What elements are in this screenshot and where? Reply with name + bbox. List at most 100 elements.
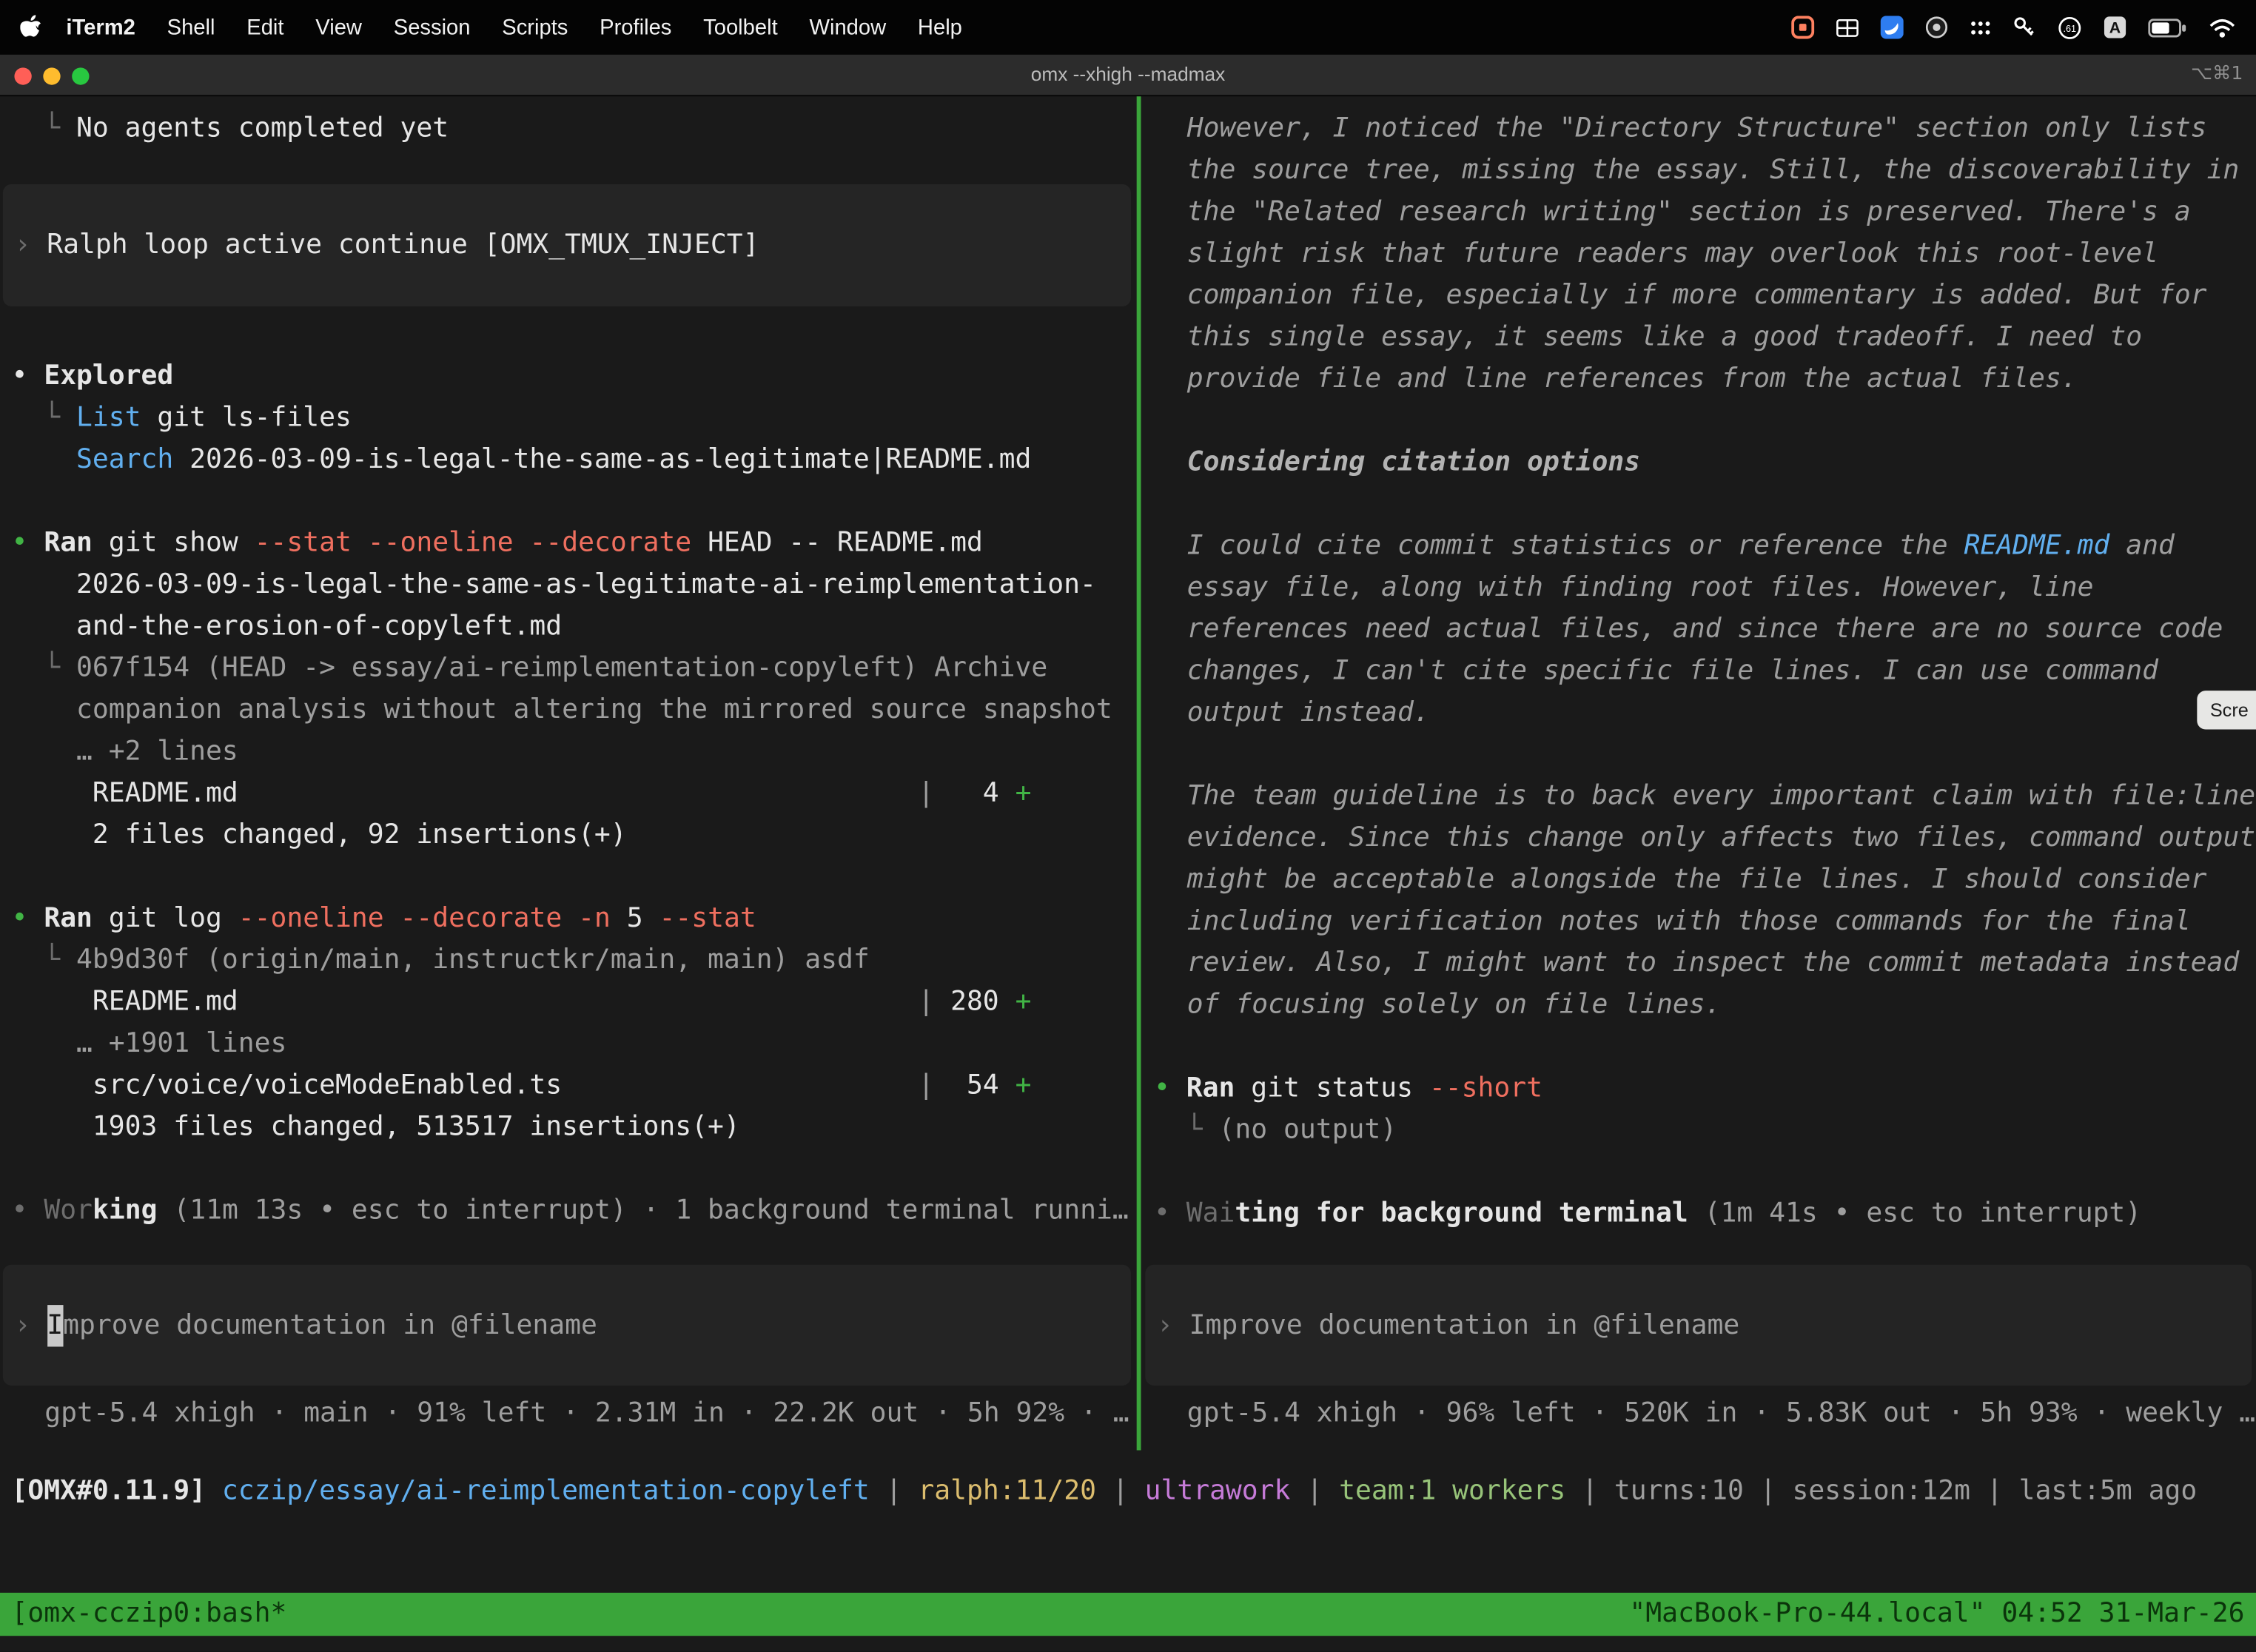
model-status-line: gpt-5.4 xhigh · main · 91% left · 2.31M … (0, 1393, 1135, 1434)
thinking-text: review. Also, I might want to inspect th… (1142, 942, 2256, 984)
text-seg: output instead. (1187, 698, 1430, 728)
text-seg: Search (12, 445, 174, 475)
text-seg: › (14, 224, 47, 266)
text-seg: and (2109, 531, 2175, 561)
ralph-loop-banner: › Ralph loop active continue [OMX_TMUX_I… (3, 184, 1131, 306)
menu-item-shell[interactable]: Shell (151, 15, 231, 39)
window-grid-icon[interactable] (1836, 18, 1859, 36)
text-seg: 4 (934, 779, 1015, 809)
text-seg: … +2 lines (12, 736, 238, 767)
waiting-status-line: • Waiting for background terminal (1m 41… (1142, 1192, 2256, 1234)
right-terminal-pane: However, I noticed the "Directory Struct… (1142, 96, 2256, 1450)
gauge-icon[interactable]: .61 (2058, 15, 2082, 39)
text-seg: ultrawork (1145, 1476, 1291, 1506)
thinking-text: provide file and line references from th… (1142, 358, 2256, 400)
menu-item-iterm2[interactable]: iTerm2 (41, 15, 151, 39)
text-seg: Ralph loop active continue (47, 224, 484, 266)
menu-item-profiles[interactable]: Profiles (584, 15, 688, 39)
text-seg: gpt-5.4 xhigh · main · 91% left · 2.31M … (44, 1398, 1129, 1428)
blank-line (1142, 483, 2256, 525)
svg-text:A: A (2109, 19, 2121, 37)
key-icon[interactable] (2013, 16, 2036, 38)
screen: iTerm2ShellEditViewSessionScriptsProfile… (0, 0, 2256, 1652)
ran-git-status-line: • Ran git status --short (1142, 1067, 2256, 1109)
thinking-text: However, I noticed the "Directory Struct… (1142, 108, 2256, 150)
menu-item-scripts[interactable]: Scripts (486, 15, 584, 39)
text-seg: might be acceptable alongside the file l… (1187, 864, 2207, 895)
pane-divider[interactable] (1137, 96, 1141, 1450)
text-seg: • (12, 361, 44, 392)
text-seg: › (1157, 1304, 1189, 1346)
text-seg: Ran (1186, 1073, 1235, 1104)
menu-status-icons: .61 A (1791, 15, 2256, 39)
block-cursor: I (47, 1304, 63, 1346)
menu-item-help[interactable]: Help (902, 15, 978, 39)
thinking-text: companion file, especially if more comme… (1142, 275, 2256, 316)
text-seg: … +1901 lines (12, 1029, 287, 1059)
dark-app-icon[interactable] (1925, 16, 1948, 38)
text-seg: ralph:11/20 (918, 1476, 1096, 1506)
text-seg: companion analysis without altering the … (12, 695, 1112, 725)
text-seg: └ (1154, 1115, 1219, 1146)
text-seg: | (918, 987, 934, 1018)
thinking-text: The team guideline is to back every impo… (1142, 776, 2256, 817)
battery-icon[interactable] (2148, 18, 2186, 36)
text-seg: git log (93, 904, 238, 934)
window-title-bar[interactable]: omx --xhigh --madmax ⌥⌘1 (0, 55, 2256, 96)
text-seg: ting for background terminal (1235, 1198, 1688, 1229)
text-seg: provide file and line references from th… (1187, 364, 2078, 394)
blank-line (1142, 733, 2256, 775)
prompt-input[interactable]: › Improve documentation in @filename (3, 1265, 1131, 1386)
text-seg: • (12, 528, 44, 558)
ran-git-log-line: • Ran git log --oneline --decorate -n 5 … (0, 898, 1135, 939)
text-seg: I could cite commit statistics or refere… (1187, 531, 1964, 561)
text-seg: this single essay, it seems like a good … (1187, 322, 2142, 352)
thinking-text: the source tree, missing the essay. Stil… (1142, 150, 2256, 191)
text-seg: 1903 files changed, 513517 insertions(+) (12, 1112, 740, 1143)
text-seg: └ (12, 403, 77, 433)
thinking-text: evidence. Since this change only affects… (1142, 817, 2256, 859)
text-seg: + (1015, 779, 1032, 809)
thinking-text: changes, I can't cite specific file line… (1142, 651, 2256, 692)
text-seg: --oneline --decorate -n (238, 904, 611, 934)
text-seg: Considering citation options (1187, 448, 1640, 478)
text-seg: 280 (934, 987, 1015, 1018)
menu-item-session[interactable]: Session (377, 15, 486, 39)
dots-grid-icon[interactable] (1970, 19, 1991, 35)
explored-header: • Explored (0, 355, 1135, 397)
text-seg: king (93, 1195, 158, 1226)
text-seg: └ (12, 945, 77, 976)
text-seg: cczip/essay/ai-reimplementation-copyleft (206, 1476, 870, 1506)
blue-app-icon[interactable] (1881, 16, 1904, 38)
text-seg: slight risk that future readers may over… (1187, 239, 2158, 269)
text-seg: Improve documentation in @filename (1189, 1304, 1740, 1346)
text-seg: Wor (44, 1195, 93, 1226)
apple-menu-icon[interactable] (20, 14, 41, 40)
text-seg: | (870, 1476, 919, 1506)
wifi-icon[interactable] (2209, 16, 2236, 38)
blank-line (1142, 1026, 2256, 1067)
text-seg: git show (93, 528, 255, 558)
screen-recording-indicator[interactable] (1791, 16, 1814, 38)
thinking-text: the "Related research writing" section i… (1142, 192, 2256, 233)
text-seg: + (1015, 987, 1032, 1018)
menu-item-view[interactable]: View (300, 15, 377, 39)
menu-item-toolbelt[interactable]: Toolbelt (688, 15, 793, 39)
input-source-icon[interactable]: A (2104, 16, 2126, 38)
diffstat-line: README.md | 4 + (0, 773, 1135, 814)
menu-item-edit[interactable]: Edit (231, 15, 300, 39)
text-seg: including verification notes with those … (1187, 907, 2191, 937)
text-seg: evidence. Since this change only affects… (1187, 823, 2255, 853)
blank-line (1142, 1151, 2256, 1192)
thinking-text: slight risk that future readers may over… (1142, 233, 2256, 275)
text-seg: --stat --oneline --decorate (255, 528, 692, 558)
prompt-input[interactable]: › Improve documentation in @filename (1145, 1265, 2252, 1386)
terminal-line: and-the-erosion-of-copyleft.md (0, 605, 1135, 647)
screen-share-overlay-button[interactable]: Scre (2197, 691, 2256, 729)
thinking-text: of focusing solely on file lines. (1142, 984, 2256, 1026)
text-seg: --stat (659, 904, 756, 934)
text-seg: the "Related research writing" section i… (1187, 197, 2191, 227)
menu-item-window[interactable]: Window (793, 15, 902, 39)
text-seg: --short (1429, 1073, 1542, 1104)
blank-line (0, 480, 1135, 522)
